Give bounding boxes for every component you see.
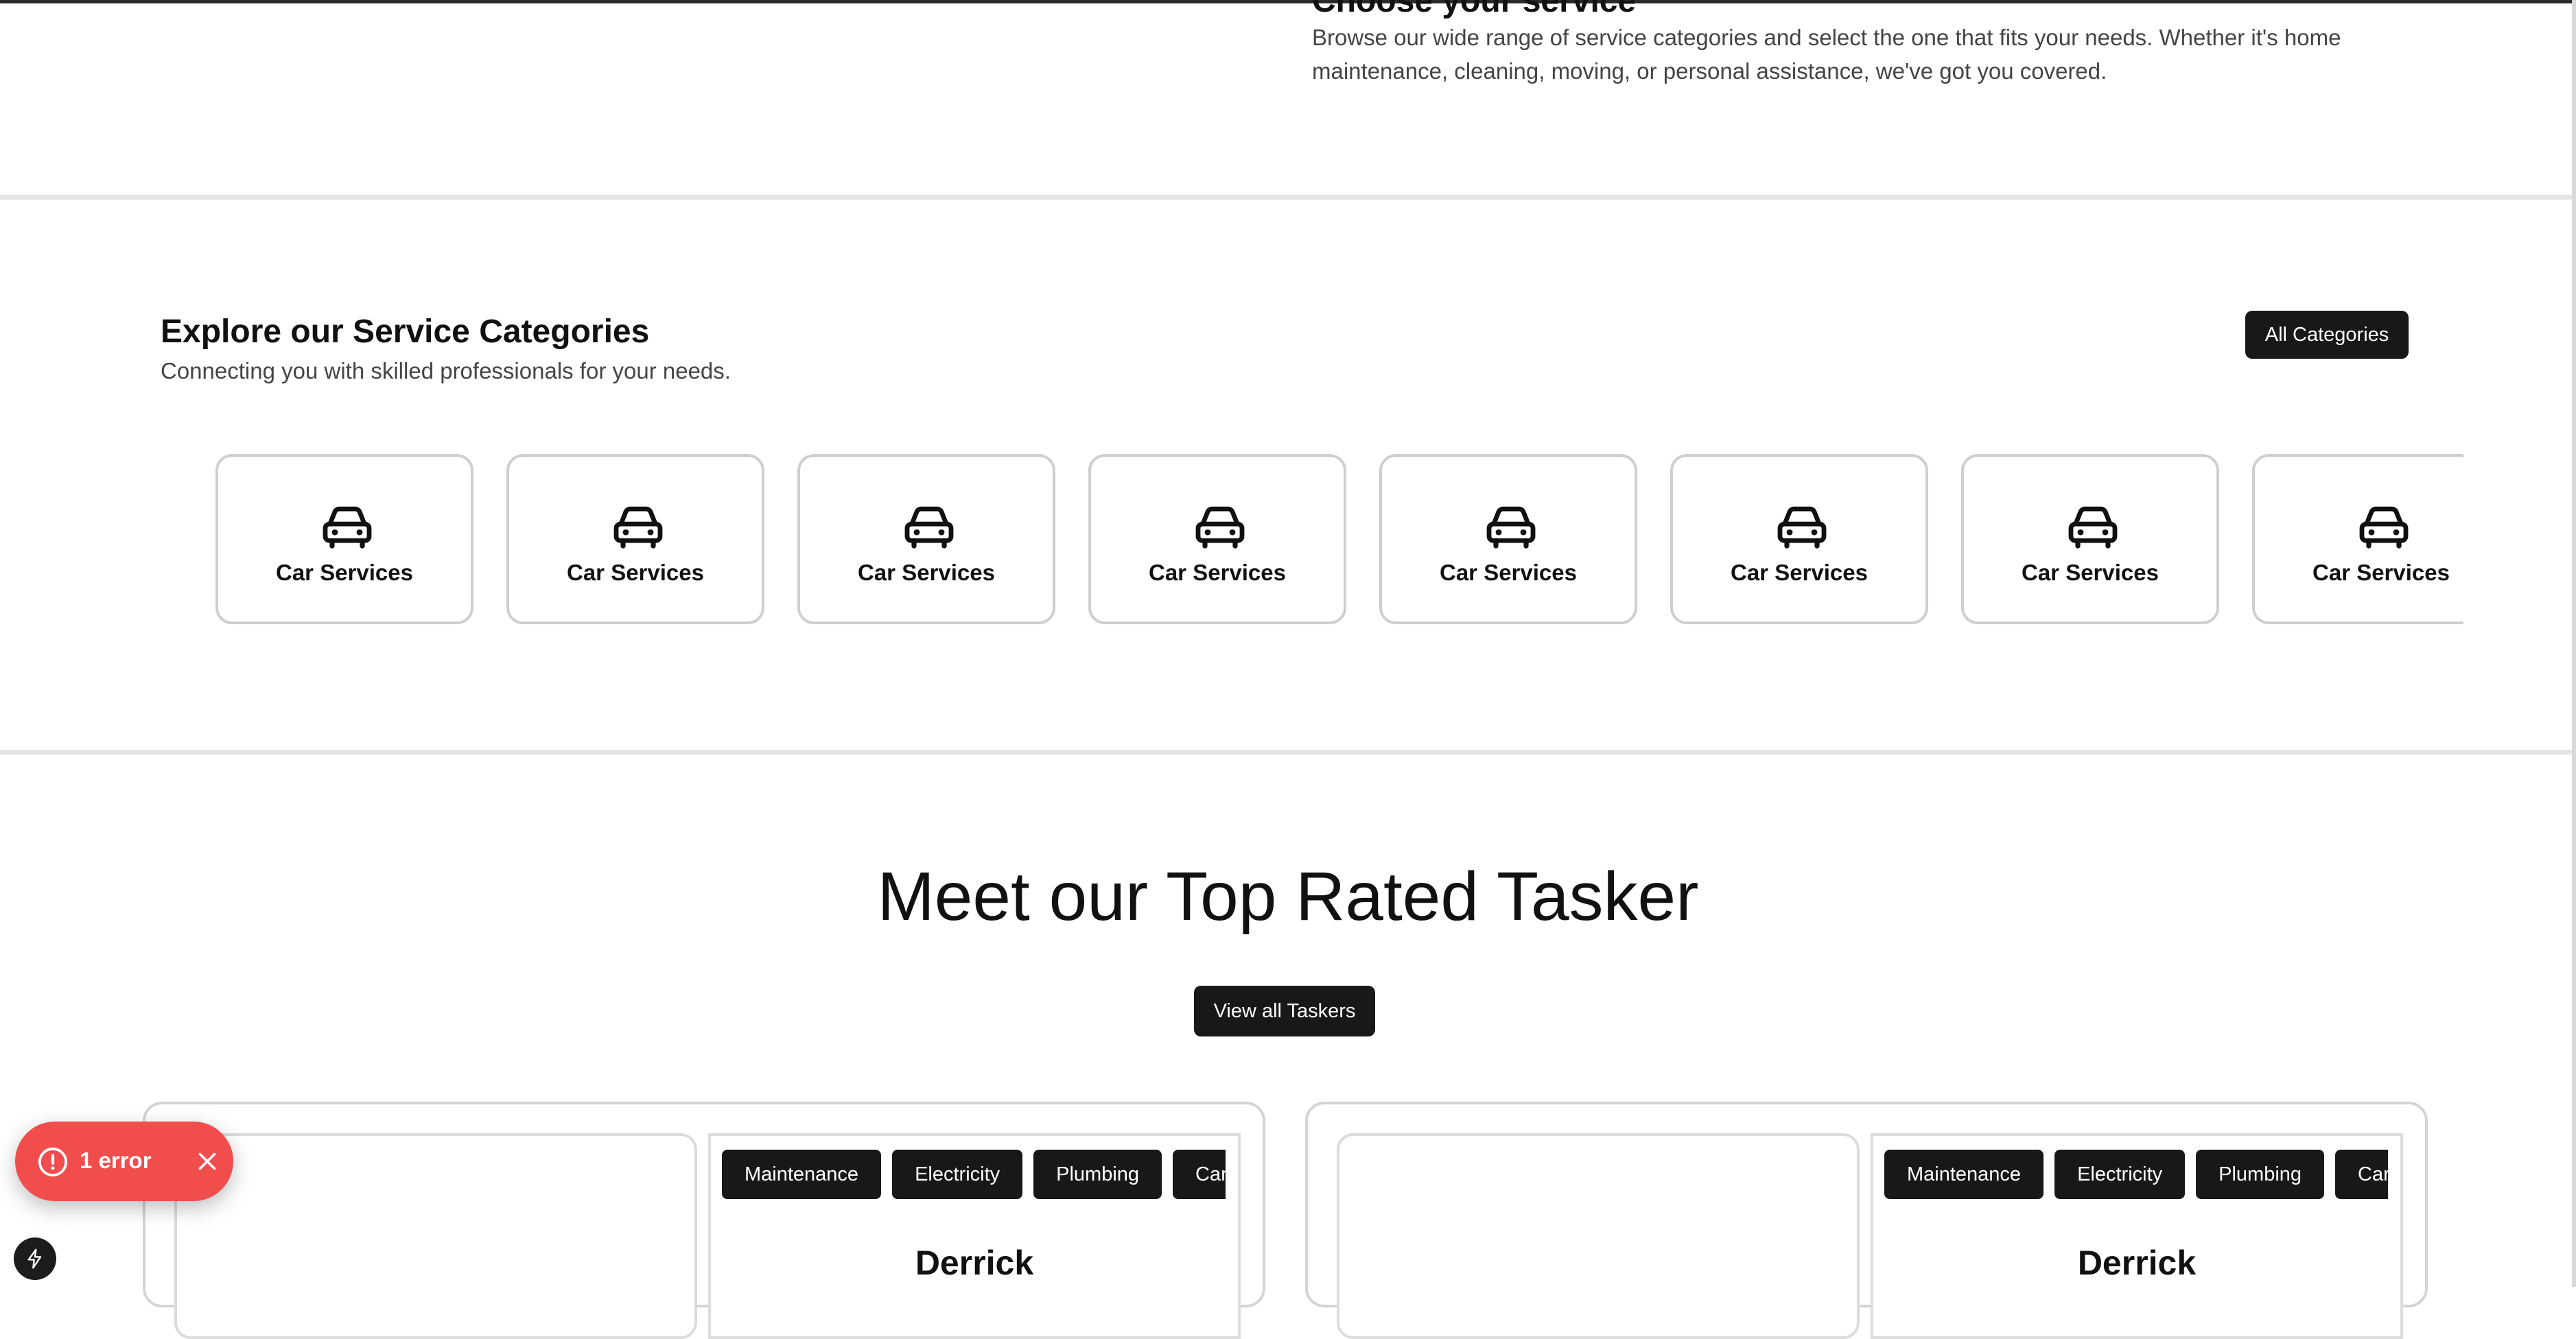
- tag-maintenance[interactable]: Maintenance: [722, 1150, 882, 1199]
- car-icon: [613, 506, 663, 549]
- category-label: Car Services: [858, 560, 995, 585]
- tasker-card[interactable]: Maintenance Electricity Plumbing Carpent…: [1305, 1102, 2428, 1339]
- section-divider: [0, 750, 2576, 755]
- car-icon: [904, 506, 954, 549]
- category-label: Car Services: [1440, 560, 1577, 585]
- tasker-tags: Maintenance Electricity Plumbing Carpent…: [722, 1150, 1226, 1202]
- category-label: Car Services: [567, 560, 704, 585]
- tasker-name: Derrick: [2077, 1244, 2197, 1282]
- category-card[interactable]: Car Services: [506, 454, 764, 624]
- category-card[interactable]: Car Services: [1670, 454, 1928, 624]
- category-card[interactable]: Car Services: [1088, 454, 1346, 624]
- section-divider: [0, 195, 2576, 200]
- tag-electricity[interactable]: Electricity: [2054, 1150, 2186, 1199]
- error-toast[interactable]: 1 error: [15, 1122, 233, 1201]
- page-edge: [2572, 0, 2576, 1287]
- tag-plumbing[interactable]: Plumbing: [2196, 1150, 2325, 1199]
- car-icon: [323, 506, 372, 549]
- tag-electricity[interactable]: Electricity: [892, 1150, 1023, 1199]
- tasker-name: Derrick: [915, 1244, 1034, 1282]
- category-label: Car Services: [1149, 560, 1286, 585]
- view-all-taskers-button[interactable]: View all Taskers: [1194, 986, 1375, 1036]
- tag-maintenance[interactable]: Maintenance: [1884, 1150, 2044, 1199]
- tasker-info: Maintenance Electricity Plumbing Carpent…: [1871, 1133, 2403, 1339]
- intro-description: Browse our wide range of service categor…: [1312, 25, 2341, 84]
- category-card[interactable]: Car Services: [2252, 454, 2463, 624]
- tag-carpentry[interactable]: Carpentry: [1173, 1150, 1226, 1199]
- car-icon: [1777, 506, 1827, 549]
- intro-title: Choose your service: [1312, 0, 1637, 19]
- close-icon[interactable]: [195, 1149, 220, 1174]
- car-icon: [2359, 506, 2409, 549]
- categories-title: Explore our Service Categories: [161, 313, 650, 350]
- categories-carousel[interactable]: Car Services Car Services Car Services C…: [215, 453, 2463, 631]
- lightning-bolt-icon: [27, 1248, 42, 1269]
- all-categories-button[interactable]: All Categories: [2245, 311, 2409, 359]
- category-label: Car Services: [2312, 560, 2450, 585]
- error-count: 1 error: [80, 1148, 152, 1173]
- tasker-card[interactable]: Maintenance Electricity Plumbing Carpent…: [143, 1102, 1265, 1339]
- car-icon: [1486, 506, 1536, 549]
- category-card[interactable]: Car Services: [797, 454, 1055, 624]
- taskers-title: Meet our Top Rated Tasker: [877, 858, 1699, 935]
- car-icon: [2068, 506, 2118, 549]
- tasker-photo: [1337, 1133, 1860, 1339]
- categories-subtitle: Connecting you with skilled professional…: [161, 358, 731, 383]
- category-card[interactable]: Car Services: [1379, 454, 1637, 624]
- category-label: Car Services: [276, 560, 413, 585]
- car-icon: [1195, 506, 1245, 549]
- category-card[interactable]: Car Services: [1961, 454, 2219, 624]
- tag-carpentry[interactable]: Carpentry: [2335, 1150, 2388, 1199]
- dev-tools-badge[interactable]: [14, 1237, 56, 1280]
- category-card[interactable]: Car Services: [215, 454, 473, 624]
- tasker-tags: Maintenance Electricity Plumbing Carpent…: [1884, 1150, 2388, 1202]
- tag-plumbing[interactable]: Plumbing: [1033, 1150, 1162, 1199]
- tasker-info: Maintenance Electricity Plumbing Carpent…: [708, 1133, 1241, 1339]
- alert-circle-icon: [38, 1147, 68, 1177]
- top-rule: [0, 0, 2576, 3]
- tasker-photo: [174, 1133, 697, 1339]
- category-label: Car Services: [1731, 560, 1868, 585]
- category-label: Car Services: [2022, 560, 2159, 585]
